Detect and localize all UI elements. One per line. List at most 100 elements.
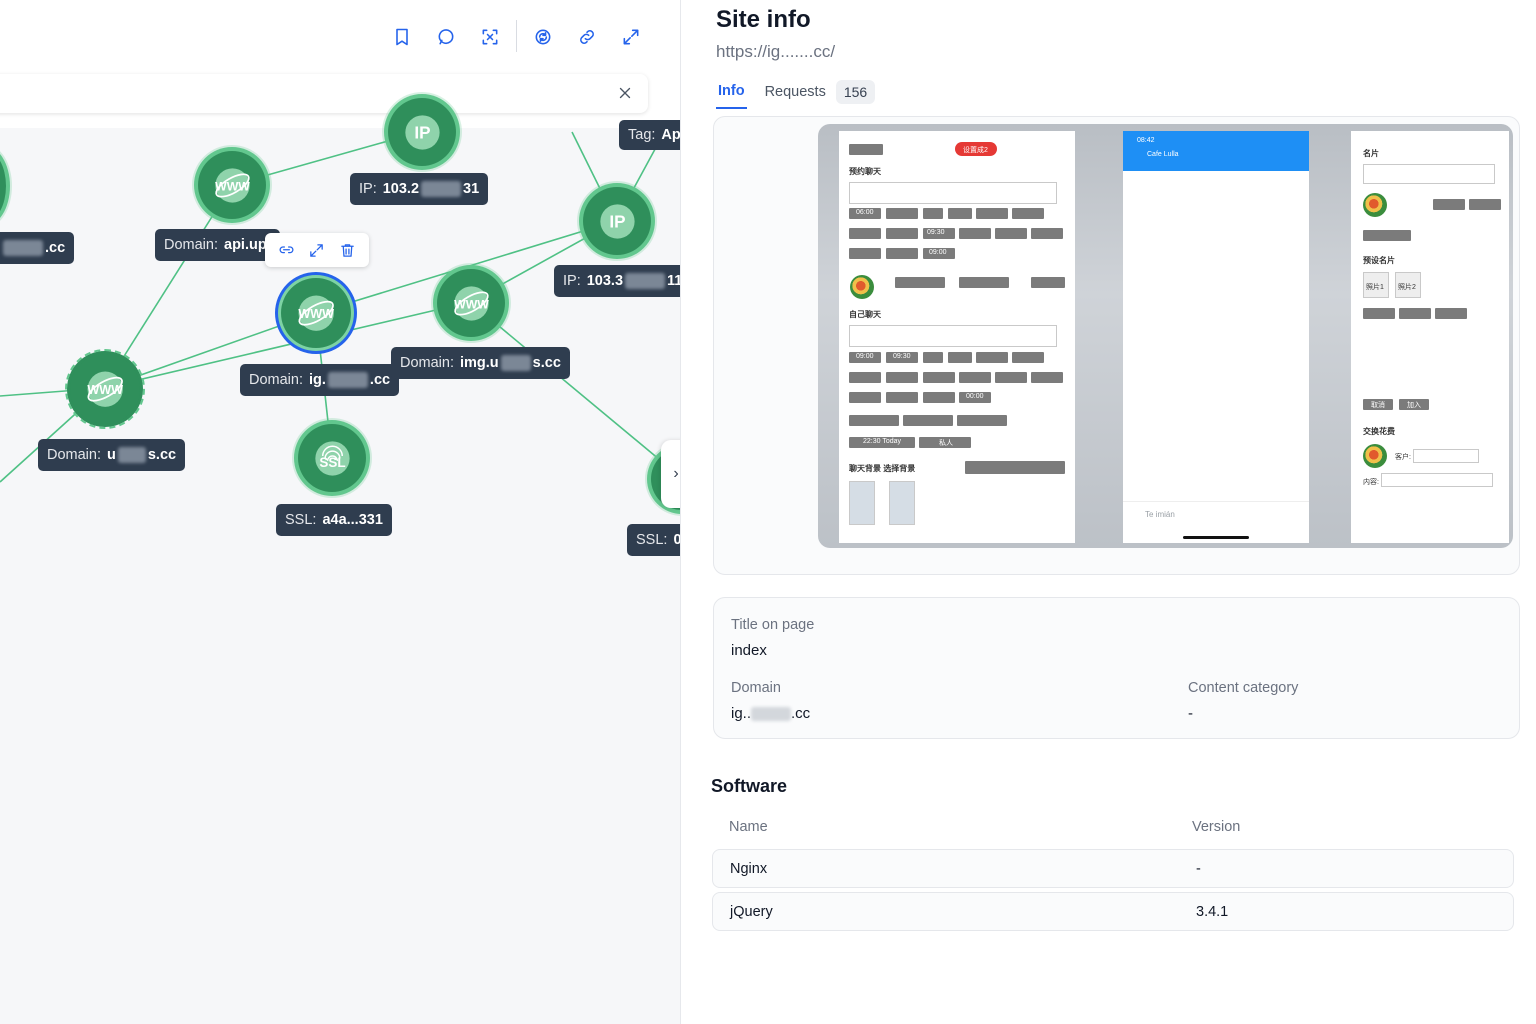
graph-node-ssl-main[interactable]: SSL — [298, 424, 366, 492]
ip-icon: IP — [599, 203, 635, 239]
screenshot-bar — [849, 415, 899, 426]
screenshot-contact: Cafe Lulla — [1147, 151, 1179, 158]
graph-node-domain-ig[interactable]: WWW — [281, 278, 351, 348]
screenshot-bar — [976, 352, 1008, 363]
screenshot-bar — [895, 277, 945, 288]
screenshot-home-indicator — [1183, 536, 1249, 539]
redacted-text — [117, 447, 146, 463]
screenshot-bar — [849, 248, 881, 259]
node-label-ip-right[interactable]: IP: 103.3 11 — [554, 265, 680, 297]
node-label-value-suffix: .cc — [369, 372, 391, 388]
graph-node-domain-u[interactable]: WWW — [65, 349, 145, 429]
node-label-key: Domain: — [249, 372, 303, 388]
screenshot-input — [1413, 449, 1479, 463]
software-version: - — [1196, 861, 1201, 877]
title-on-page-value: index — [731, 642, 767, 659]
tab-info[interactable]: Info — [716, 78, 747, 109]
ip-icon-text: IP — [609, 211, 625, 231]
node-label-key: Domain: — [400, 355, 454, 371]
focus-frame-icon — [482, 29, 498, 45]
node-label-left-edge-domain[interactable]: .cc — [0, 232, 75, 264]
screenshot-bar — [1363, 230, 1411, 241]
fit-view-button[interactable] — [475, 22, 505, 52]
graph-node-ip-right[interactable]: IP — [583, 187, 651, 255]
node-label-value: api.upl — [224, 237, 271, 253]
globe-refresh-icon — [535, 29, 551, 45]
close-icon — [619, 87, 631, 99]
node-label-key: Domain: — [47, 447, 101, 463]
expand-button[interactable] — [616, 22, 646, 52]
chevron-right-icon: › — [673, 465, 679, 482]
node-label-key: SSL: — [636, 532, 668, 548]
software-version: 3.4.1 — [1196, 904, 1229, 920]
node-expand-links-button[interactable] — [275, 239, 297, 261]
graph-toolbar-area — [0, 0, 680, 128]
node-label-ssl-main[interactable]: SSL: a4a...331 — [276, 504, 392, 536]
screenshot-thumb — [849, 481, 875, 525]
panel-collapse-handle[interactable]: › — [661, 440, 680, 508]
screenshot-content-label: 内容: — [1363, 479, 1379, 486]
search-clear-button[interactable] — [616, 84, 634, 102]
screenshot-bar — [923, 352, 943, 363]
screenshot-bar — [886, 248, 918, 259]
screenshot-chat-input: Te imián — [1145, 510, 1175, 519]
screenshot-card-title: 名片 — [1363, 149, 1379, 158]
node-label-domain-u[interactable]: Domain: u s.cc — [38, 439, 186, 471]
graph-node-domain-api[interactable]: WWW — [198, 151, 266, 219]
toolbar-divider — [516, 20, 517, 52]
www-globe-icon: WWW — [454, 285, 489, 321]
software-col-name: Name — [729, 819, 768, 835]
bookmark-button[interactable] — [387, 22, 417, 52]
site-screenshot-image[interactable]: 设置成2 预约聊天 06:00 09:30 09:00 自己聊天 09:00 0… — [818, 124, 1513, 548]
ip-icon: IP — [404, 114, 440, 150]
domain-label: Domain — [731, 680, 781, 696]
graph-search-input[interactable] — [4, 74, 594, 113]
www-globe-icon: WWW — [215, 167, 250, 203]
screenshot-avatar — [1363, 193, 1387, 217]
screenshot-bar — [1433, 199, 1465, 210]
screenshot-avatar — [1363, 444, 1387, 468]
software-name: Nginx — [730, 861, 768, 877]
graph-node-domain-img[interactable]: WWW — [437, 269, 505, 337]
globe-refresh-button[interactable] — [528, 22, 558, 52]
screenshot-bar — [923, 392, 955, 403]
link-icon — [580, 30, 594, 44]
screenshot-screen-a: 设置成2 预约聊天 06:00 09:30 09:00 自己聊天 09:00 0… — [839, 131, 1075, 543]
screenshot-bar — [959, 277, 1009, 288]
screenshot-section: 自己聊天 — [849, 310, 881, 319]
tab-requests[interactable]: Requests — [763, 79, 828, 108]
screenshot-bar — [995, 228, 1027, 239]
node-label-tag-edge[interactable]: Tag: Ap — [619, 120, 680, 150]
screenshot-textarea — [849, 325, 1057, 347]
node-label-ip-top[interactable]: IP: 103.2 31 — [350, 173, 489, 205]
content-category-value: - — [1188, 705, 1193, 722]
screenshot-thumb — [889, 481, 915, 525]
screenshot-chat-input-bar: Te imián — [1123, 501, 1309, 543]
www-icon-text: WWW — [454, 297, 489, 311]
graph-node-ip-top[interactable]: IP — [388, 98, 456, 166]
screenshot-bar — [965, 461, 1065, 474]
node-label-domain-img[interactable]: Domain: img.u s.cc — [391, 347, 570, 379]
copy-link-button[interactable] — [572, 22, 602, 52]
comment-button[interactable] — [431, 22, 461, 52]
screenshot-bar — [849, 144, 883, 155]
node-delete-button[interactable] — [337, 239, 359, 261]
www-icon-text: WWW — [298, 307, 334, 321]
node-label-ssl-edge[interactable]: SSL: 0 — [627, 524, 680, 556]
screenshot-bar — [959, 372, 991, 383]
screenshot-time: 09:00 — [929, 249, 947, 256]
screenshot-bar — [923, 372, 955, 383]
node-label-value-suffix: s.cc — [532, 355, 561, 371]
content-category-label: Content category — [1188, 680, 1299, 696]
redacted-text — [751, 707, 792, 722]
page-title: Site info — [716, 6, 811, 33]
node-label-domain-api[interactable]: Domain: api.upl — [155, 229, 280, 261]
node-label-key: Domain: — [164, 237, 218, 253]
screenshot-bar — [886, 228, 918, 239]
screenshot-avatar — [850, 275, 874, 299]
node-open-button[interactable] — [306, 239, 328, 261]
screenshot-bar — [1031, 372, 1063, 383]
screenshot-photo-label: 照片1 — [1366, 284, 1384, 291]
screenshot-private: 私人 — [939, 440, 953, 447]
node-label-domain-ig[interactable]: Domain: ig. .cc — [240, 364, 400, 396]
